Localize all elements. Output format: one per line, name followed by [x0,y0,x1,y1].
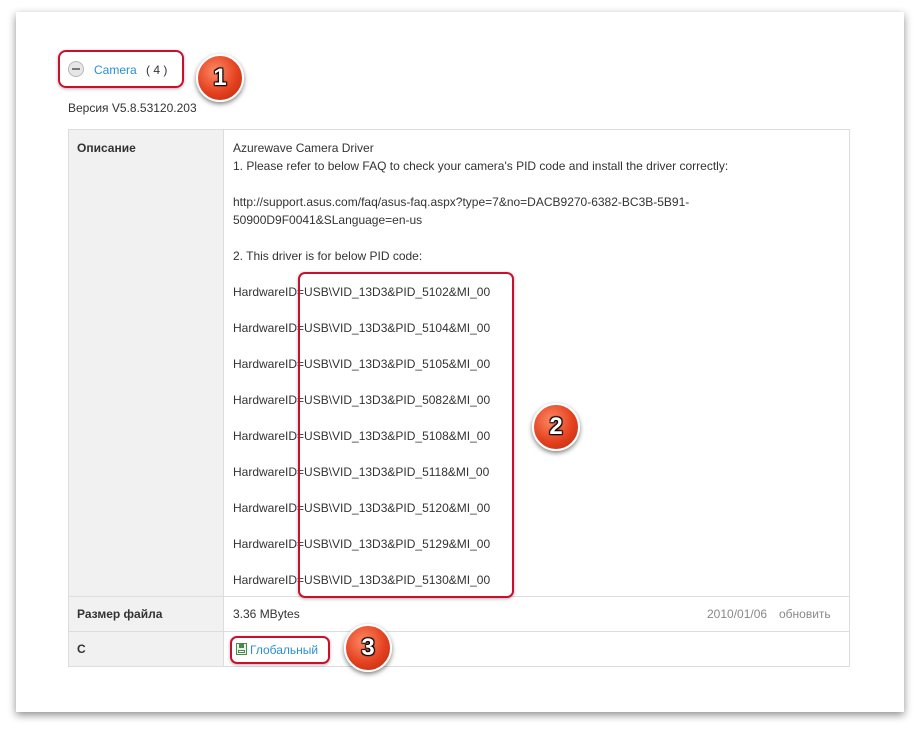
download-link-highlight[interactable]: Глобальный [230,636,330,664]
hardware-ids-highlight [298,272,514,598]
file-size-label: Размер файла [77,607,163,621]
category-name-link[interactable]: Camera [94,63,137,77]
description-line: Azurewave Camera Driver [233,141,374,155]
step-marker-2: 2 [532,403,580,451]
row-divider [69,631,849,632]
label-column [69,130,224,666]
category-header-highlight[interactable]: Camera ( 4 ) [58,50,184,88]
driver-version: Версия V5.8.53120.203 [68,101,197,115]
step-marker-1: 1 [196,54,244,102]
release-date: 2010/01/06 [707,607,768,621]
category-count: ( 4 ) [146,63,168,77]
description-line: 50900D9F0041&SLanguage=en-us [233,213,423,227]
step-marker-3: 3 [344,624,392,672]
update-link[interactable]: обновить [779,607,831,621]
description-label: Описание [77,141,136,155]
download-global-link[interactable]: Глобальный [250,643,318,657]
floppy-disk-icon [236,643,247,655]
collapse-icon[interactable] [68,61,84,77]
description-line: 2. This driver is for below PID code: [233,249,423,263]
source-label: С [77,642,86,656]
file-size-value: 3.36 MBytes [233,607,300,621]
description-line: http://support.asus.com/faq/asus-faq.asp… [233,195,690,209]
description-line: 1. Please refer to below FAQ to check yo… [233,159,729,173]
